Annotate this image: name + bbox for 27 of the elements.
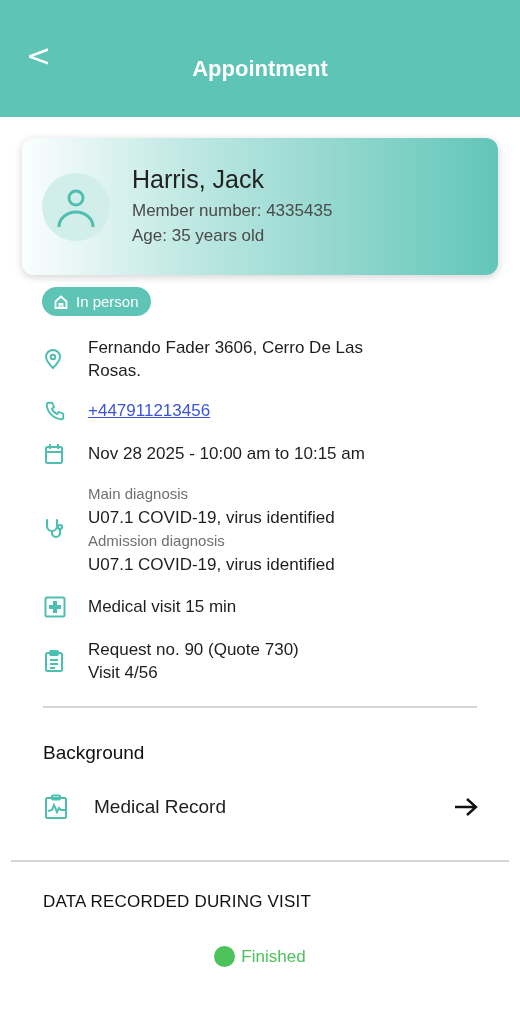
diagnosis-label: Main diagnosis — [88, 485, 190, 502]
home-icon — [54, 294, 68, 309]
screen-title: Appointment — [192, 56, 328, 81]
calendar-icon — [44, 442, 64, 465]
visit-duration: Medical visit 15 min — [88, 596, 237, 618]
visit-type-badge: In person — [42, 287, 151, 316]
diagnosis-value: U07.1 COVID-19, virus identified — [88, 508, 335, 528]
arrow-right-icon — [454, 797, 478, 817]
address-text: Fernando Fader 3606, Cerro De Las Rosas. — [88, 337, 364, 382]
phone-icon — [44, 400, 66, 422]
medical-record-item[interactable]: Medical Record — [44, 794, 478, 820]
location-pin-icon — [44, 348, 62, 370]
section-heading: Background — [43, 742, 146, 764]
diagnosis-value: U07.1 COVID-19, virus identified — [88, 555, 335, 575]
clipboard-icon — [44, 650, 64, 672]
request-info: Request no. 90 (Quote 730) Visit 4/56 — [88, 639, 299, 684]
patient-name: Harris, Jack — [132, 165, 265, 194]
medical-cross-icon — [44, 595, 66, 618]
status-label: Finished — [241, 946, 306, 967]
section-heading: DATA RECORDED DURING VISIT — [43, 892, 313, 912]
member-number: Member number: 4335435 — [132, 200, 333, 222]
phone-link[interactable]: +447911213456 — [88, 401, 211, 420]
diagnosis-label: Admission diagnosis — [88, 532, 226, 549]
clipboard-chart-icon — [44, 794, 68, 820]
appointment-date: Nov 28 2025 - 10:00 am to 10:15 am — [88, 443, 365, 465]
stethoscope-icon — [44, 517, 66, 539]
patient-age: Age: 35 years old — [132, 225, 266, 247]
